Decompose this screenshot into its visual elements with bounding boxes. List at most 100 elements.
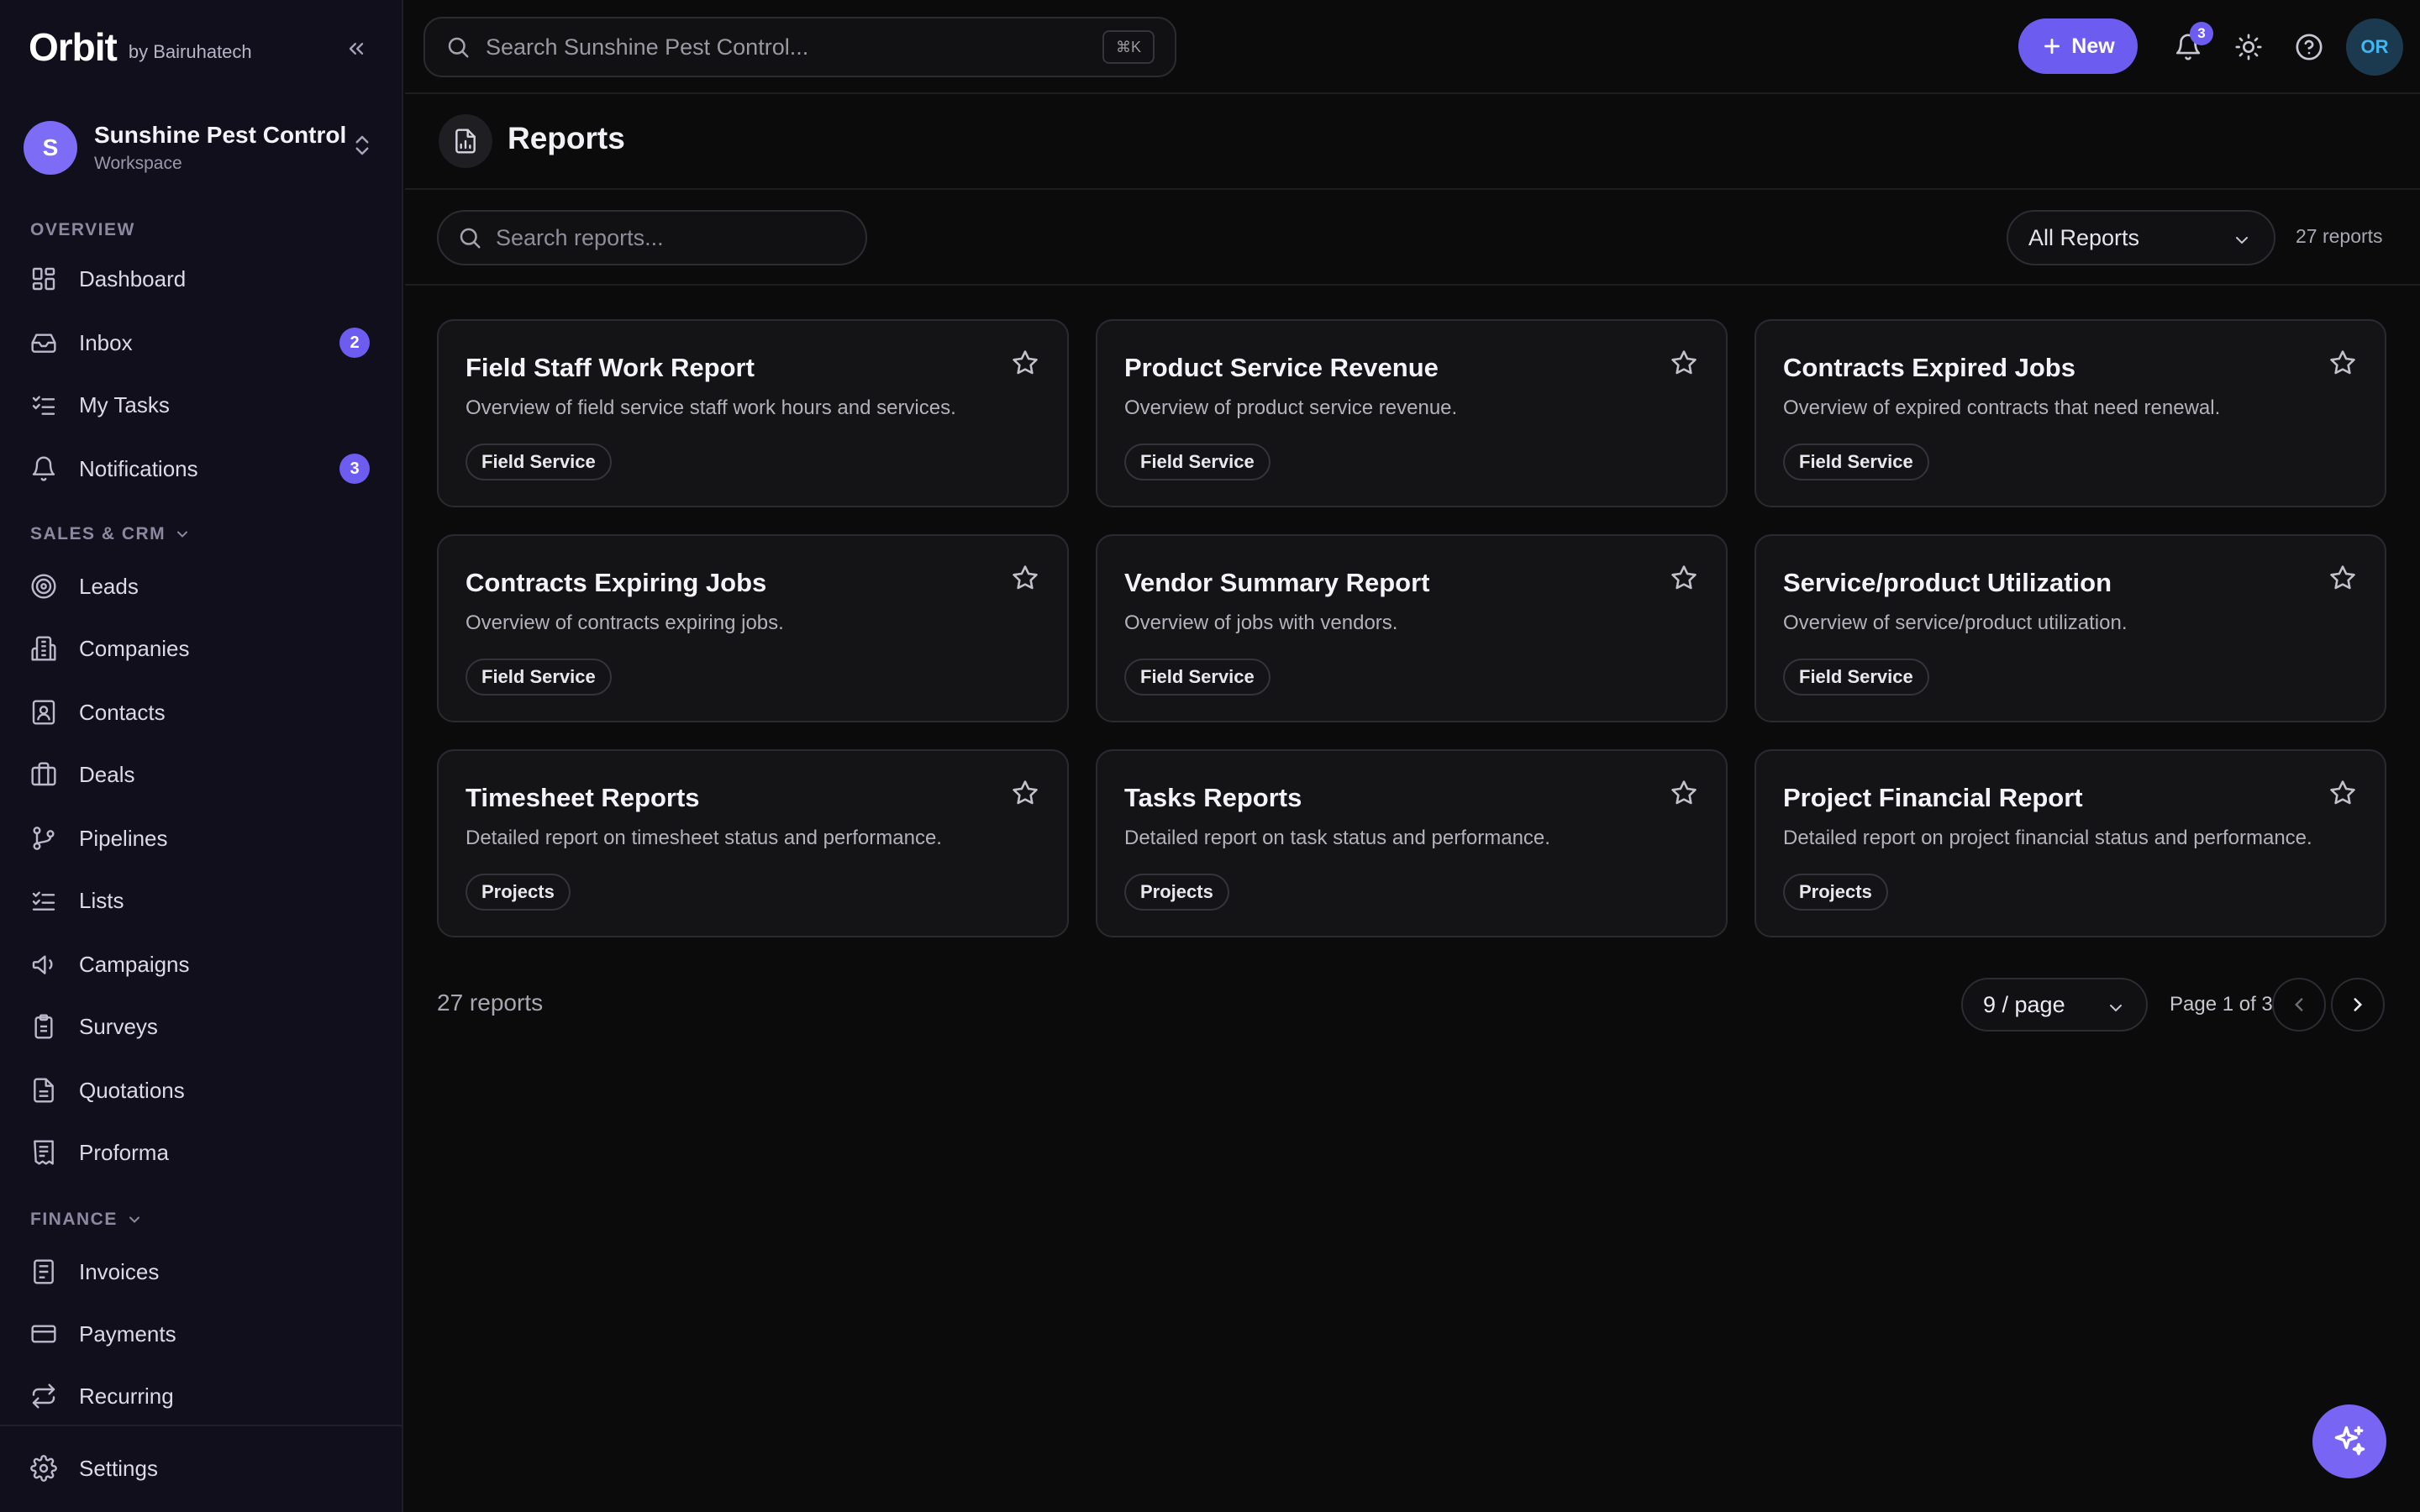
report-card[interactable]: Product Service Revenue Overview of prod… — [1096, 319, 1728, 507]
section-toggle-finance[interactable]: FINANCE — [30, 1210, 143, 1230]
section-toggle-sales-crm[interactable]: SALES & CRM — [30, 524, 191, 544]
sidebar: Orbit by Bairuhatech S Sunshine Pest Con… — [0, 0, 403, 1512]
report-card[interactable]: Service/product Utilization Overview of … — [1754, 534, 2386, 722]
sidebar-item-payments[interactable]: Payments — [29, 1312, 376, 1356]
chevron-down-icon — [177, 531, 188, 538]
report-icon — [439, 114, 492, 168]
sidebar-item-label: Dashboard — [79, 265, 187, 291]
megaphone-icon — [29, 949, 59, 979]
sidebar-item-deals[interactable]: Deals — [29, 753, 376, 796]
favorite-button[interactable] — [2326, 346, 2360, 380]
notifications-button[interactable]: 3 — [2168, 22, 2213, 67]
workspace-subtitle: Workspace — [94, 154, 182, 173]
report-card[interactable]: Contracts Expiring Jobs Overview of cont… — [437, 534, 1069, 722]
brand-byline: by Bairuhatech — [128, 41, 252, 62]
report-category-select[interactable]: All Reports — [2007, 210, 2275, 265]
favorite-button[interactable] — [2326, 561, 2360, 595]
favorite-button[interactable] — [1008, 346, 1042, 380]
chevron-down-icon — [129, 1216, 139, 1223]
sidebar-item-my-tasks[interactable]: My Tasks — [29, 383, 376, 427]
sidebar-item-label: Invoices — [79, 1258, 160, 1284]
theme-toggle-button[interactable] — [2228, 27, 2269, 67]
sidebar-item-contacts[interactable]: Contacts — [29, 690, 376, 734]
sidebar-item-quotations[interactable]: Quotations — [29, 1068, 376, 1112]
workspace-avatar: S — [24, 121, 77, 175]
sidebar-item-settings[interactable]: Settings — [29, 1446, 376, 1490]
sidebar-item-proforma[interactable]: Proforma — [29, 1131, 376, 1174]
report-title: Service/product Utilization — [1783, 568, 2112, 597]
report-card[interactable]: Tasks Reports Detailed report on task st… — [1096, 749, 1728, 937]
plus-icon — [2044, 39, 2060, 54]
sidebar-item-surveys[interactable]: Surveys — [29, 1005, 376, 1048]
star-icon — [1013, 350, 1038, 375]
inbox-icon — [29, 328, 59, 358]
sidebar-item-recurring[interactable]: Recurring — [29, 1374, 376, 1418]
report-description: Detailed report on task status and perfo… — [1124, 827, 1550, 849]
sidebar-item-companies[interactable]: Companies — [29, 627, 376, 670]
report-description: Overview of product service revenue. — [1124, 396, 1458, 419]
report-card[interactable]: Contracts Expired Jobs Overview of expir… — [1754, 319, 2386, 507]
sidebar-item-label: Payments — [79, 1320, 176, 1347]
sun-icon — [2235, 34, 2262, 60]
report-category-tag: Field Service — [1783, 659, 1929, 696]
report-title: Contracts Expired Jobs — [1783, 353, 2075, 382]
notifications-count-badge: 3 — [339, 454, 370, 484]
brand: Orbit by Bairuhatech — [29, 25, 252, 69]
report-card[interactable]: Vendor Summary Report Overview of jobs w… — [1096, 534, 1728, 722]
chevrons-left-icon — [349, 43, 364, 55]
page-size-select[interactable]: 9 / page — [1961, 978, 2148, 1032]
sidebar-item-inbox[interactable]: Inbox 2 — [29, 321, 376, 365]
chevron-right-icon — [2354, 998, 2363, 1011]
tasks-icon — [29, 390, 59, 420]
sidebar-item-pipelines[interactable]: Pipelines — [29, 816, 376, 860]
help-icon — [2296, 34, 2323, 60]
sidebar-item-label: Quotations — [79, 1077, 185, 1103]
new-button[interactable]: New — [2018, 18, 2138, 74]
collapse-sidebar-button[interactable] — [339, 32, 373, 66]
report-card[interactable]: Field Staff Work Report Overview of fiel… — [437, 319, 1069, 507]
favorite-button[interactable] — [1667, 346, 1701, 380]
sidebar-item-label: Leads — [79, 573, 139, 599]
sidebar-item-campaigns[interactable]: Campaigns — [29, 942, 376, 986]
report-search-input[interactable]: Search reports... — [437, 210, 867, 265]
search-icon — [460, 228, 481, 249]
page-title: Reports — [508, 121, 625, 155]
star-icon — [1671, 350, 1697, 375]
notification-count-badge: 3 — [2190, 22, 2213, 45]
favorite-button[interactable] — [1667, 776, 1701, 810]
favorite-button[interactable] — [1008, 561, 1042, 595]
sparkles-icon — [2334, 1425, 2365, 1456]
report-card[interactable]: Project Financial Report Detailed report… — [1754, 749, 2386, 937]
favorite-button[interactable] — [1008, 776, 1042, 810]
repeat-icon — [29, 1381, 59, 1411]
chevron-down-icon — [2236, 237, 2248, 244]
sidebar-item-label: Settings — [79, 1455, 158, 1481]
sidebar-item-invoices[interactable]: Invoices — [29, 1250, 376, 1294]
sidebar-item-leads[interactable]: Leads — [29, 564, 376, 608]
favorite-button[interactable] — [1667, 561, 1701, 595]
help-button[interactable] — [2289, 27, 2329, 67]
sidebar-item-dashboard[interactable]: Dashboard — [29, 257, 376, 301]
report-category-tag: Field Service — [1124, 444, 1270, 480]
global-search-input[interactable]: Search Sunshine Pest Control... ⌘K — [424, 17, 1176, 77]
gear-icon — [29, 1453, 59, 1483]
invoice-icon — [29, 1257, 59, 1287]
receipt-icon — [29, 1137, 59, 1168]
sidebar-item-label: Pipelines — [79, 825, 168, 851]
page-indicator: Page 1 of 3 — [2170, 993, 2273, 1016]
favorite-button[interactable] — [2326, 776, 2360, 810]
ai-assistant-button[interactable] — [2312, 1404, 2386, 1478]
filter-bar: Search reports... All Reports 27 reports — [405, 190, 2420, 286]
previous-page-button[interactable] — [2272, 978, 2326, 1032]
user-avatar[interactable]: OR — [2346, 18, 2403, 76]
sidebar-item-lists[interactable]: Lists — [29, 879, 376, 922]
search-icon — [448, 37, 469, 58]
workspace-switcher[interactable]: S Sunshine Pest Control Workspace — [24, 118, 380, 178]
chevron-down-icon — [2110, 1005, 2122, 1012]
report-category-value: All Reports — [2028, 224, 2140, 250]
next-page-button[interactable] — [2331, 978, 2385, 1032]
sidebar-item-notifications[interactable]: Notifications 3 — [29, 447, 376, 491]
report-category-tag: Field Service — [1124, 659, 1270, 696]
report-card[interactable]: Timesheet Reports Detailed report on tim… — [437, 749, 1069, 937]
report-title: Contracts Expiring Jobs — [466, 568, 767, 597]
